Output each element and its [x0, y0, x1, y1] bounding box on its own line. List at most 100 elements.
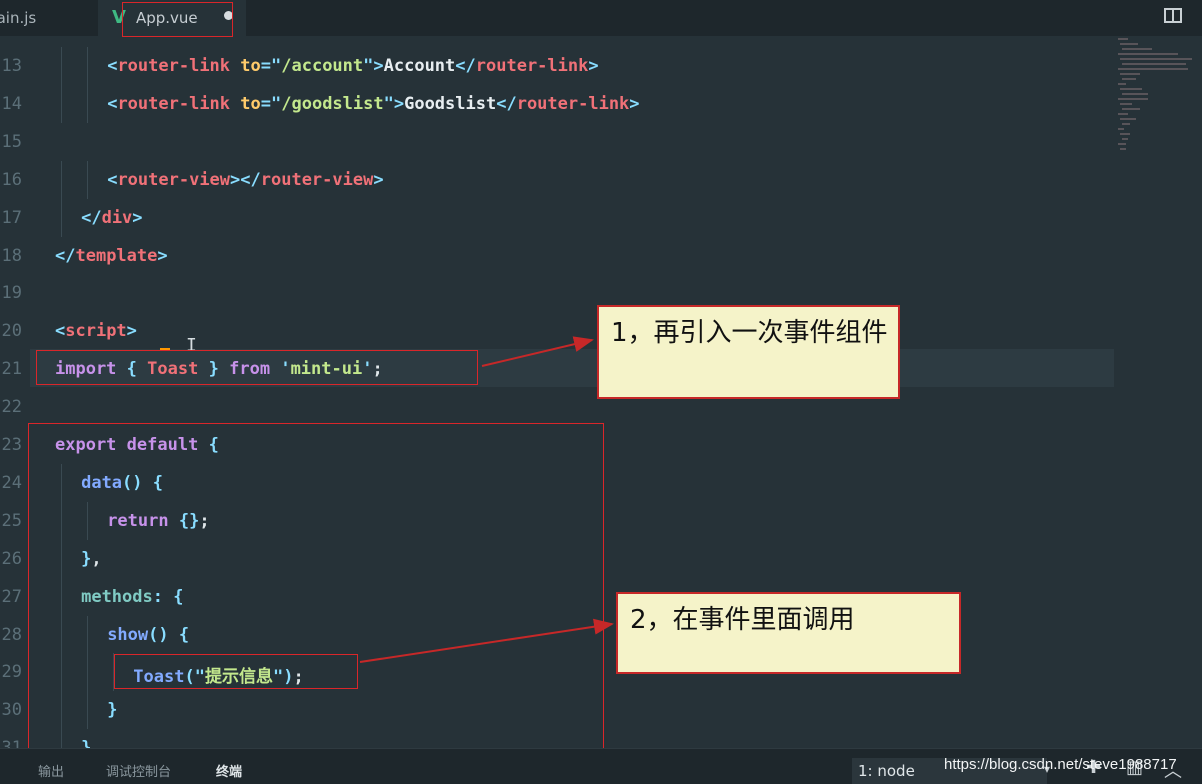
line-number: 30: [1, 700, 22, 721]
line-number: 23: [1, 435, 22, 455]
minimap-line: [1122, 123, 1130, 125]
minimap-line: [1118, 68, 1188, 70]
minimap-line: [1122, 138, 1128, 140]
callout-step-1: 1，再引入一次事件组件: [597, 305, 900, 399]
code-line[interactable]: 18 </template>: [0, 237, 1110, 275]
line-number: 19: [1, 283, 22, 304]
code-token: template: [75, 245, 158, 266]
minimap-line: [1118, 53, 1178, 55]
code-token: =": [260, 93, 282, 114]
code-token: /account: [281, 56, 364, 76]
code-token: </: [455, 56, 476, 76]
code-line[interactable]: 17 </div>: [0, 198, 1110, 237]
code-line[interactable]: 19: [0, 274, 1110, 312]
panel-tab-debug-console[interactable]: 调试控制台: [106, 761, 171, 780]
code-token: Goodslist: [404, 93, 497, 114]
code-token: <: [107, 93, 118, 114]
code-text: <script>: [55, 321, 137, 341]
code-token: div: [101, 207, 133, 228]
code-token: router-link: [117, 56, 231, 76]
minimap-line: [1118, 128, 1124, 130]
code-text: <router-view></router-view>: [107, 170, 383, 190]
minimap-line: [1120, 58, 1192, 60]
code-line[interactable]: 22: [0, 388, 1110, 426]
code-line[interactable]: 16 <router-view></router-view>: [0, 160, 1110, 199]
code-token: <: [107, 169, 118, 190]
indent-guide: [87, 84, 89, 123]
export-block-highlight-box: [28, 423, 604, 769]
line-number: 22: [1, 397, 22, 418]
code-line[interactable]: 14 <router-link to="/goodslist">Goodslist…: [0, 84, 1110, 123]
toast-call-highlight-box: [114, 654, 358, 689]
indent-guide: [87, 47, 89, 85]
code-token: script: [65, 321, 127, 342]
minimap-line: [1122, 48, 1152, 50]
code-text: <router-link to="/goodslist">Goodslist</…: [107, 94, 639, 114]
panel-tab-output[interactable]: 输出: [38, 761, 64, 780]
minimap-line: [1120, 133, 1130, 135]
line-number: 21: [1, 359, 22, 380]
minimap-line: [1122, 108, 1140, 110]
line-number: 31: [0, 738, 22, 748]
code-token: to: [240, 93, 261, 114]
code-token: <: [107, 56, 118, 76]
code-token: router-view: [117, 169, 231, 190]
minimap-line: [1122, 93, 1148, 95]
line-number: 17: [1, 207, 22, 228]
split-editor-icon[interactable]: [1164, 8, 1182, 23]
minimap[interactable]: [1114, 36, 1202, 186]
code-text: </template>: [55, 246, 168, 266]
line-number: 18: [1, 245, 22, 266]
code-token: to: [240, 56, 261, 76]
code-token: ">: [363, 56, 384, 76]
code-token: </: [55, 245, 76, 266]
watermark-url: https://blog.csdn.net/steve1988717: [944, 756, 1177, 773]
code-token: router-link: [117, 93, 231, 114]
code-token: >: [157, 245, 168, 266]
code-token: >: [126, 321, 137, 342]
indent-guide: [61, 198, 62, 237]
code-line[interactable]: 15: [0, 123, 1110, 161]
code-token: router-link: [516, 93, 630, 114]
line-number: 28: [1, 624, 22, 645]
line-number: 25: [1, 510, 22, 531]
minimap-line: [1120, 43, 1138, 45]
code-token: >: [132, 207, 143, 228]
line-number: 27: [1, 586, 22, 607]
code-token: /goodslist: [281, 93, 384, 114]
code-token: </: [496, 93, 517, 114]
minimap-line: [1118, 98, 1148, 100]
code-token: </: [81, 207, 102, 228]
code-token: >: [588, 56, 599, 76]
line-number: 20: [1, 321, 22, 342]
callout-step-2-text: 2，在事件里面调用: [630, 605, 855, 635]
minimap-line: [1120, 73, 1140, 75]
minimap-line: [1122, 78, 1136, 80]
callout-step-2: 2，在事件里面调用: [616, 592, 961, 674]
line-number: 24: [1, 472, 22, 493]
line-number: 26: [1, 548, 22, 569]
minimap-line: [1118, 83, 1126, 85]
line-number: 14: [1, 93, 22, 114]
code-text: <router-link to="/account">Account</rout…: [107, 56, 598, 76]
code-text: </div>: [81, 208, 142, 228]
import-highlight-box: [36, 350, 478, 385]
minimap-line: [1118, 113, 1128, 115]
code-token: ></: [230, 169, 261, 190]
code-token: Account: [383, 56, 456, 76]
line-number: 15: [1, 131, 22, 152]
tab-main-js[interactable]: main.js: [0, 0, 98, 36]
code-line[interactable]: 13 <router-link to="/account">Account</ro…: [0, 47, 1110, 85]
minimap-line: [1120, 88, 1142, 90]
code-token: >: [629, 93, 640, 114]
callout-step-1-text: 1，再引入一次事件组件: [611, 318, 888, 348]
panel-tab-terminal[interactable]: 终端: [216, 761, 242, 780]
code-line[interactable]: 20 <script>: [0, 312, 1110, 350]
terminal-select-value: 1: node: [858, 762, 915, 780]
code-token: router-view: [260, 169, 374, 190]
indent-guide: [61, 84, 62, 123]
code-token: <: [55, 321, 66, 342]
indent-guide: [61, 47, 62, 85]
minimap-line: [1120, 148, 1126, 150]
